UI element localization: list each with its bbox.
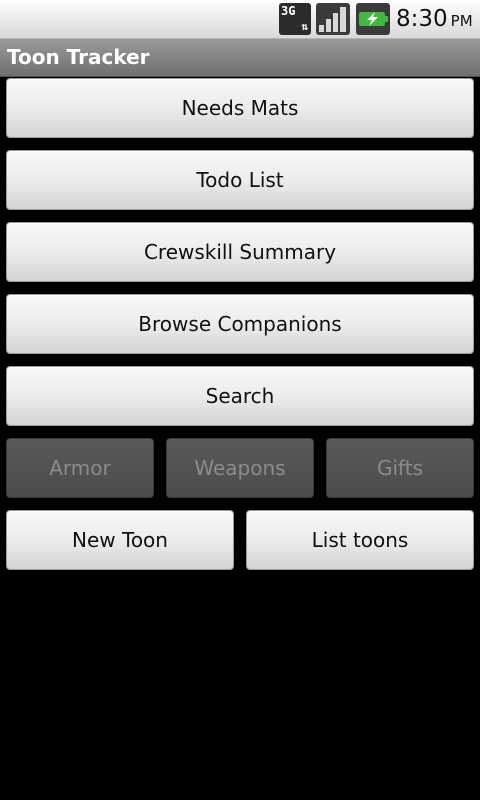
- todo-list-button[interactable]: Todo List: [6, 150, 474, 210]
- search-button[interactable]: Search: [6, 366, 474, 426]
- weapons-button[interactable]: Weapons: [166, 438, 314, 498]
- needs-mats-button[interactable]: Needs Mats: [6, 78, 474, 138]
- armor-button[interactable]: Armor: [6, 438, 154, 498]
- data-activity-arrows-icon: ⇅: [301, 20, 308, 33]
- new-toon-button[interactable]: New Toon: [6, 510, 234, 570]
- gifts-button[interactable]: Gifts: [326, 438, 474, 498]
- clock-time: 8:30: [396, 6, 448, 32]
- clock-ampm: PM: [450, 12, 473, 30]
- clock: 8:30 PM: [396, 4, 473, 34]
- network-3g-icon: 3G ⇅: [279, 3, 311, 35]
- screen: 3G ⇅ 8:30 PM Toon Tracker Needs Mats Todo…: [0, 0, 480, 800]
- title-bar: Toon Tracker: [0, 39, 480, 77]
- network-type-label: 3G: [281, 4, 296, 18]
- app-title: Toon Tracker: [7, 45, 150, 69]
- crewskill-summary-button[interactable]: Crewskill Summary: [6, 222, 474, 282]
- status-bar: 3G ⇅ 8:30 PM: [0, 0, 480, 39]
- signal-bars-icon: [316, 3, 350, 35]
- list-toons-button[interactable]: List toons: [246, 510, 474, 570]
- battery-charging-icon: [356, 3, 390, 35]
- browse-companions-button[interactable]: Browse Companions: [6, 294, 474, 354]
